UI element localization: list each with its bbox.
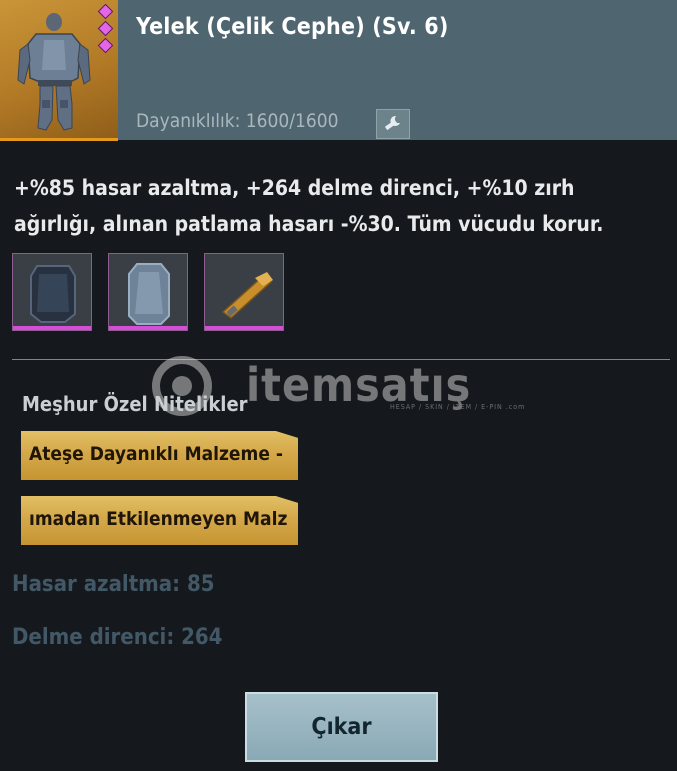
repair-button[interactable] [376, 109, 410, 139]
special-traits-title: Meşhur Özel Nitelikler [22, 392, 248, 416]
item-header: Yelek (Çelik Cephe) (Sv. 6) Dayanıklılık… [0, 0, 677, 141]
armor-plate-icon [30, 265, 76, 323]
durability-text: Dayanıklılık: 1600/1600 [136, 110, 339, 132]
strap-icon [221, 272, 273, 319]
watermark-tagline: HESAP / SKIN / ITEM / E-PIN .com [390, 403, 526, 411]
stat-damage-reduction: Hasar azaltma: 85 [12, 572, 215, 597]
rarity-diamond-icon [97, 20, 114, 37]
trait-button-2[interactable]: ımadan Etkilenmeyen Malz [21, 496, 298, 545]
rarity-indicator [97, 3, 114, 57]
stat-pierce-resistance: Delme direnci: 264 [12, 625, 223, 650]
attachment-slot-2[interactable] [108, 253, 188, 331]
attachment-slot-1[interactable] [12, 253, 92, 331]
item-detail-panel: Yelek (Çelik Cephe) (Sv. 6) Dayanıklılık… [0, 0, 677, 771]
armor-plate-icon [128, 263, 170, 325]
wrench-icon [384, 115, 400, 131]
remove-button[interactable]: Çıkar [245, 692, 438, 762]
attachment-slot-3[interactable] [204, 253, 284, 331]
rarity-diamond-icon [97, 37, 114, 54]
rarity-diamond-icon [97, 3, 114, 20]
item-title: Yelek (Çelik Cephe) (Sv. 6) [136, 14, 449, 40]
trait-button-1[interactable]: Ateşe Dayanıklı Malzeme - [21, 431, 298, 480]
item-description: +%85 hasar azaltma, +264 delme direnci, … [14, 176, 604, 236]
